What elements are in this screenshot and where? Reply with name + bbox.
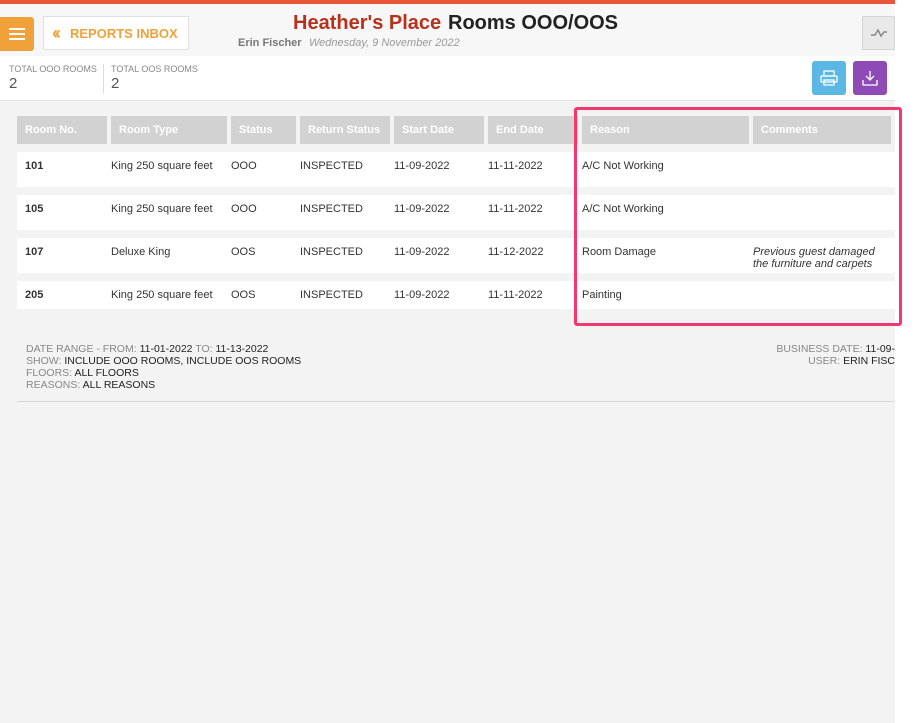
download-button[interactable] [853, 61, 887, 95]
filter-label: TO: [195, 343, 213, 355]
room-status: OOO [231, 144, 300, 187]
meta-label: USER: [808, 355, 841, 367]
room-type: King 250 square feet [111, 144, 231, 187]
filter-reasons: REASONS: ALL REASONS [26, 379, 301, 391]
return-status: INSPECTED [300, 144, 394, 187]
filter-label: SHOW: [26, 355, 62, 367]
filter-value: ALL REASONS [82, 379, 156, 391]
filter-value: 11-01-2022 [139, 343, 193, 355]
header: ‹‹ REPORTS INBOX Heather's Place Rooms O… [0, 4, 895, 56]
rooms-table: Room No. Room Type Status Return Status … [17, 116, 895, 309]
double-chevron-left-icon: ‹‹ [52, 22, 61, 43]
filter-label: FLOORS: [26, 367, 73, 379]
start-date: 11-09-2022 [394, 230, 488, 273]
end-date: 11-12-2022 [488, 230, 582, 273]
room-number: 101 [17, 144, 111, 187]
end-date: 11-11-2022 [488, 187, 582, 230]
current-date: Wednesday, 9 November 2022 [309, 37, 460, 49]
comments: Previous guest damaged the furniture and… [753, 230, 895, 273]
table-row: 107 Deluxe King OOS INSPECTED 11-09-2022… [17, 230, 895, 273]
room-number: 105 [17, 187, 111, 230]
business-date: BUSINESS DATE: 11-09- [735, 343, 895, 355]
end-date: 11-11-2022 [488, 273, 582, 309]
download-icon [862, 71, 878, 86]
total-oos-rooms: TOTAL OOS ROOMS 2 [111, 64, 198, 92]
stat-value: 2 [111, 75, 120, 92]
filter-show: SHOW: INCLUDE OOO ROOMS, INCLUDE OOS ROO… [26, 355, 301, 367]
filter-label: DATE RANGE - FROM: [26, 343, 137, 355]
room-type: King 250 square feet [111, 273, 231, 309]
reason: Painting [582, 273, 753, 309]
table-row: 205 King 250 square feet OOS INSPECTED 1… [17, 273, 895, 309]
filter-date-range: DATE RANGE - FROM: 11-01-2022 TO: 11-13-… [26, 343, 301, 355]
stat-label: TOTAL OOS ROOMS [111, 64, 198, 74]
comments [753, 273, 895, 309]
meta-value: 11-09- [865, 343, 895, 355]
filter-floors: FLOORS: ALL FLOORS [26, 367, 301, 379]
stat-divider [103, 64, 104, 94]
total-ooo-rooms: TOTAL OOO ROOMS 2 [9, 64, 97, 92]
room-number: 205 [17, 273, 111, 309]
column-header-comments[interactable]: Comments [753, 116, 895, 144]
room-type: King 250 square feet [111, 187, 231, 230]
end-date: 11-11-2022 [488, 144, 582, 187]
activity-icon [870, 28, 887, 38]
meta-label: BUSINESS DATE: [776, 343, 863, 355]
room-type: Deluxe King [111, 230, 231, 273]
reports-inbox-button[interactable]: ‹‹ REPORTS INBOX [43, 16, 189, 50]
start-date: 11-09-2022 [394, 144, 488, 187]
divider [17, 401, 895, 402]
page-title: Rooms OOO/OOS [448, 12, 619, 34]
stat-value: 2 [9, 75, 18, 92]
report-user: USER: ERIN FISC [735, 355, 895, 367]
column-header-start-date[interactable]: Start Date [394, 116, 488, 144]
report-filters: DATE RANGE - FROM: 11-01-2022 TO: 11-13-… [26, 343, 301, 391]
table-row: 101 King 250 square feet OOO INSPECTED 1… [17, 144, 895, 187]
meta-value: ERIN FISC [843, 355, 895, 367]
comments [753, 187, 895, 230]
stat-label: TOTAL OOO ROOMS [9, 64, 97, 74]
reason: A/C Not Working [582, 144, 753, 187]
hotel-name: Heather's Place [293, 12, 442, 34]
return-status: INSPECTED [300, 273, 394, 309]
menu-button[interactable] [0, 17, 34, 51]
start-date: 11-09-2022 [394, 273, 488, 309]
comments [753, 144, 895, 187]
user-name: Erin Fischer [238, 37, 302, 49]
room-number: 107 [17, 230, 111, 273]
activity-button[interactable] [862, 16, 895, 50]
filter-value: ALL FLOORS [74, 367, 139, 379]
start-date: 11-09-2022 [394, 187, 488, 230]
column-header-room-type[interactable]: Room Type [111, 116, 231, 144]
column-header-room-no[interactable]: Room No. [17, 116, 111, 144]
print-button[interactable] [812, 61, 846, 95]
printer-icon [820, 70, 838, 86]
stats-bar: TOTAL OOO ROOMS 2 TOTAL OOS ROOMS 2 [0, 56, 895, 101]
table-header-row: Room No. Room Type Status Return Status … [17, 116, 895, 144]
reports-inbox-label: REPORTS INBOX [70, 25, 178, 41]
filter-value: INCLUDE OOO ROOMS, INCLUDE OOS ROOMS [64, 355, 302, 367]
report-meta: BUSINESS DATE: 11-09- USER: ERIN FISC [735, 343, 895, 367]
reason: Room Damage [582, 230, 753, 273]
room-status: OOS [231, 273, 300, 309]
room-status: OOO [231, 187, 300, 230]
reason: A/C Not Working [582, 187, 753, 230]
table-row: 105 King 250 square feet OOO INSPECTED 1… [17, 187, 895, 230]
room-status: OOS [231, 230, 300, 273]
filter-value: 11-13-2022 [215, 343, 269, 355]
column-header-status[interactable]: Status [231, 116, 300, 144]
page-margin [895, 0, 920, 723]
return-status: INSPECTED [300, 230, 394, 273]
column-header-reason[interactable]: Reason [582, 116, 753, 144]
report-page: ‹‹ REPORTS INBOX Heather's Place Rooms O… [0, 0, 895, 723]
menu-icon [9, 28, 25, 40]
column-header-end-date[interactable]: End Date [488, 116, 582, 144]
return-status: INSPECTED [300, 187, 394, 230]
column-header-return-status[interactable]: Return Status [300, 116, 394, 144]
filter-label: REASONS: [26, 379, 81, 391]
